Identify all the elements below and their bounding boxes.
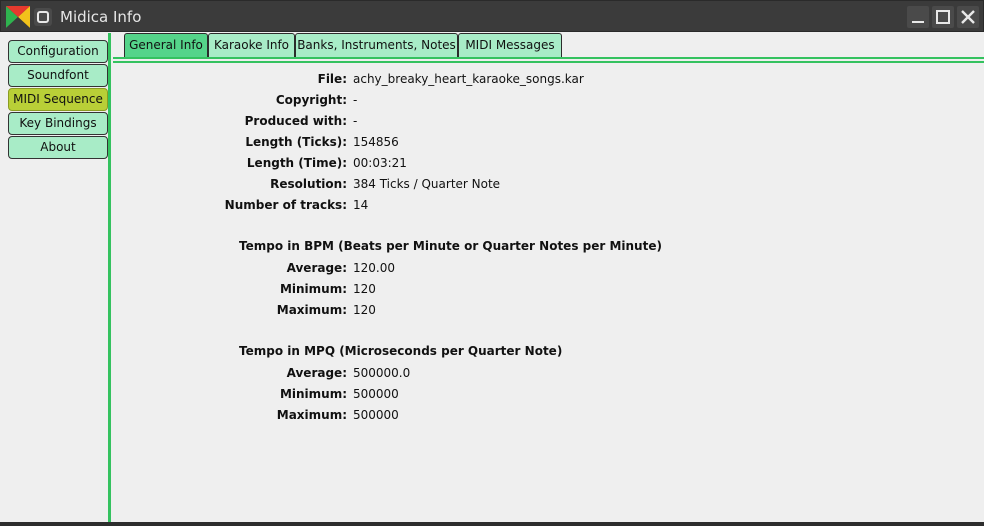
left-nav-panel: Configuration Soundfont MIDI Sequence Ke…	[2, 33, 108, 521]
bpm-minimum-label: Minimum:	[279, 282, 347, 296]
minimize-icon	[912, 21, 924, 23]
copyright-label: Copyright:	[275, 93, 347, 107]
close-icon	[961, 10, 975, 24]
tab-container: General Info Karaoke Info Banks, Instrum…	[113, 33, 984, 523]
mpq-row-minimum: Minimum: 500000	[113, 386, 984, 402]
tracks-value: 14	[353, 198, 369, 212]
bpm-row-minimum: Minimum: 120	[113, 281, 984, 297]
nav-midi-sequence-button[interactable]: MIDI Sequence	[8, 88, 108, 111]
length-time-label: Length (Time):	[246, 156, 347, 170]
close-button[interactable]	[957, 6, 979, 28]
window-title: Midica Info	[60, 8, 142, 26]
general-info-panel: File: achy_breaky_heart_karaoke_songs.ka…	[113, 63, 984, 523]
minimize-button[interactable]	[907, 6, 929, 28]
tempo-mpq-heading: Tempo in MPQ (Microseconds per Quarter N…	[239, 344, 563, 358]
system-menu-icon[interactable]	[34, 8, 52, 26]
tab-general-info[interactable]: General Info	[124, 33, 208, 57]
resolution-label: Resolution:	[270, 177, 347, 191]
nav-configuration-button[interactable]: Configuration	[8, 40, 108, 63]
resolution-value: 384 Ticks / Quarter Note	[353, 177, 501, 191]
nav-about-button[interactable]: About	[8, 136, 108, 159]
info-row-length-ticks: Length (Ticks): 154856	[113, 134, 984, 150]
tempo-bpm-heading: Tempo in BPM (Beats per Minute or Quarte…	[239, 239, 662, 253]
info-row-length-time: Length (Time): 00:03:21	[113, 155, 984, 171]
bpm-minimum-value: 120	[353, 282, 376, 296]
bpm-maximum-value: 120	[353, 303, 376, 317]
mpq-minimum-value: 500000	[353, 387, 399, 401]
window-bottom-border	[0, 522, 984, 526]
bpm-average-label: Average:	[286, 261, 347, 275]
mpq-maximum-value: 500000	[353, 408, 399, 422]
maximize-button[interactable]	[932, 6, 954, 28]
produced-label: Produced with:	[244, 114, 347, 128]
nav-soundfont-button[interactable]: Soundfont	[8, 64, 108, 87]
panel-divider	[108, 33, 111, 523]
info-row-produced: Produced with: -	[113, 113, 984, 129]
mpq-minimum-label: Minimum:	[279, 387, 347, 401]
bpm-row-average: Average: 120.00	[113, 260, 984, 276]
copyright-value: -	[353, 93, 358, 107]
file-label: File:	[317, 72, 347, 86]
info-row-copyright: Copyright: -	[113, 92, 984, 108]
midica-logo-icon	[6, 6, 30, 28]
mpq-row-average: Average: 500000.0	[113, 365, 984, 381]
tab-karaoke-info[interactable]: Karaoke Info	[208, 33, 295, 57]
length-time-value: 00:03:21	[353, 156, 407, 170]
length-ticks-label: Length (Ticks):	[245, 135, 347, 149]
file-value: achy_breaky_heart_karaoke_songs.kar	[353, 72, 584, 86]
bpm-row-maximum: Maximum: 120	[113, 302, 984, 318]
length-ticks-value: 154856	[353, 135, 399, 149]
info-row-tracks: Number of tracks: 14	[113, 197, 984, 213]
bpm-maximum-label: Maximum:	[276, 303, 347, 317]
maximize-icon	[936, 10, 950, 24]
mpq-maximum-label: Maximum:	[276, 408, 347, 422]
tab-underline	[113, 57, 984, 59]
mpq-row-maximum: Maximum: 500000	[113, 407, 984, 423]
bpm-average-value: 120.00	[353, 261, 395, 275]
mpq-average-value: 500000.0	[353, 366, 411, 380]
tab-banks-instruments-notes[interactable]: Banks, Instruments, Notes	[295, 33, 458, 57]
mpq-average-label: Average:	[286, 366, 347, 380]
info-row-resolution: Resolution: 384 Ticks / Quarter Note	[113, 176, 984, 192]
nav-key-bindings-button[interactable]: Key Bindings	[8, 112, 108, 135]
produced-value: -	[353, 114, 358, 128]
info-row-file: File: achy_breaky_heart_karaoke_songs.ka…	[113, 71, 984, 87]
tab-midi-messages[interactable]: MIDI Messages	[458, 33, 562, 57]
app-window: Midica Info Configuration Soundfont MIDI…	[0, 0, 984, 526]
title-bar[interactable]: Midica Info	[0, 0, 984, 32]
tracks-label: Number of tracks:	[224, 198, 347, 212]
